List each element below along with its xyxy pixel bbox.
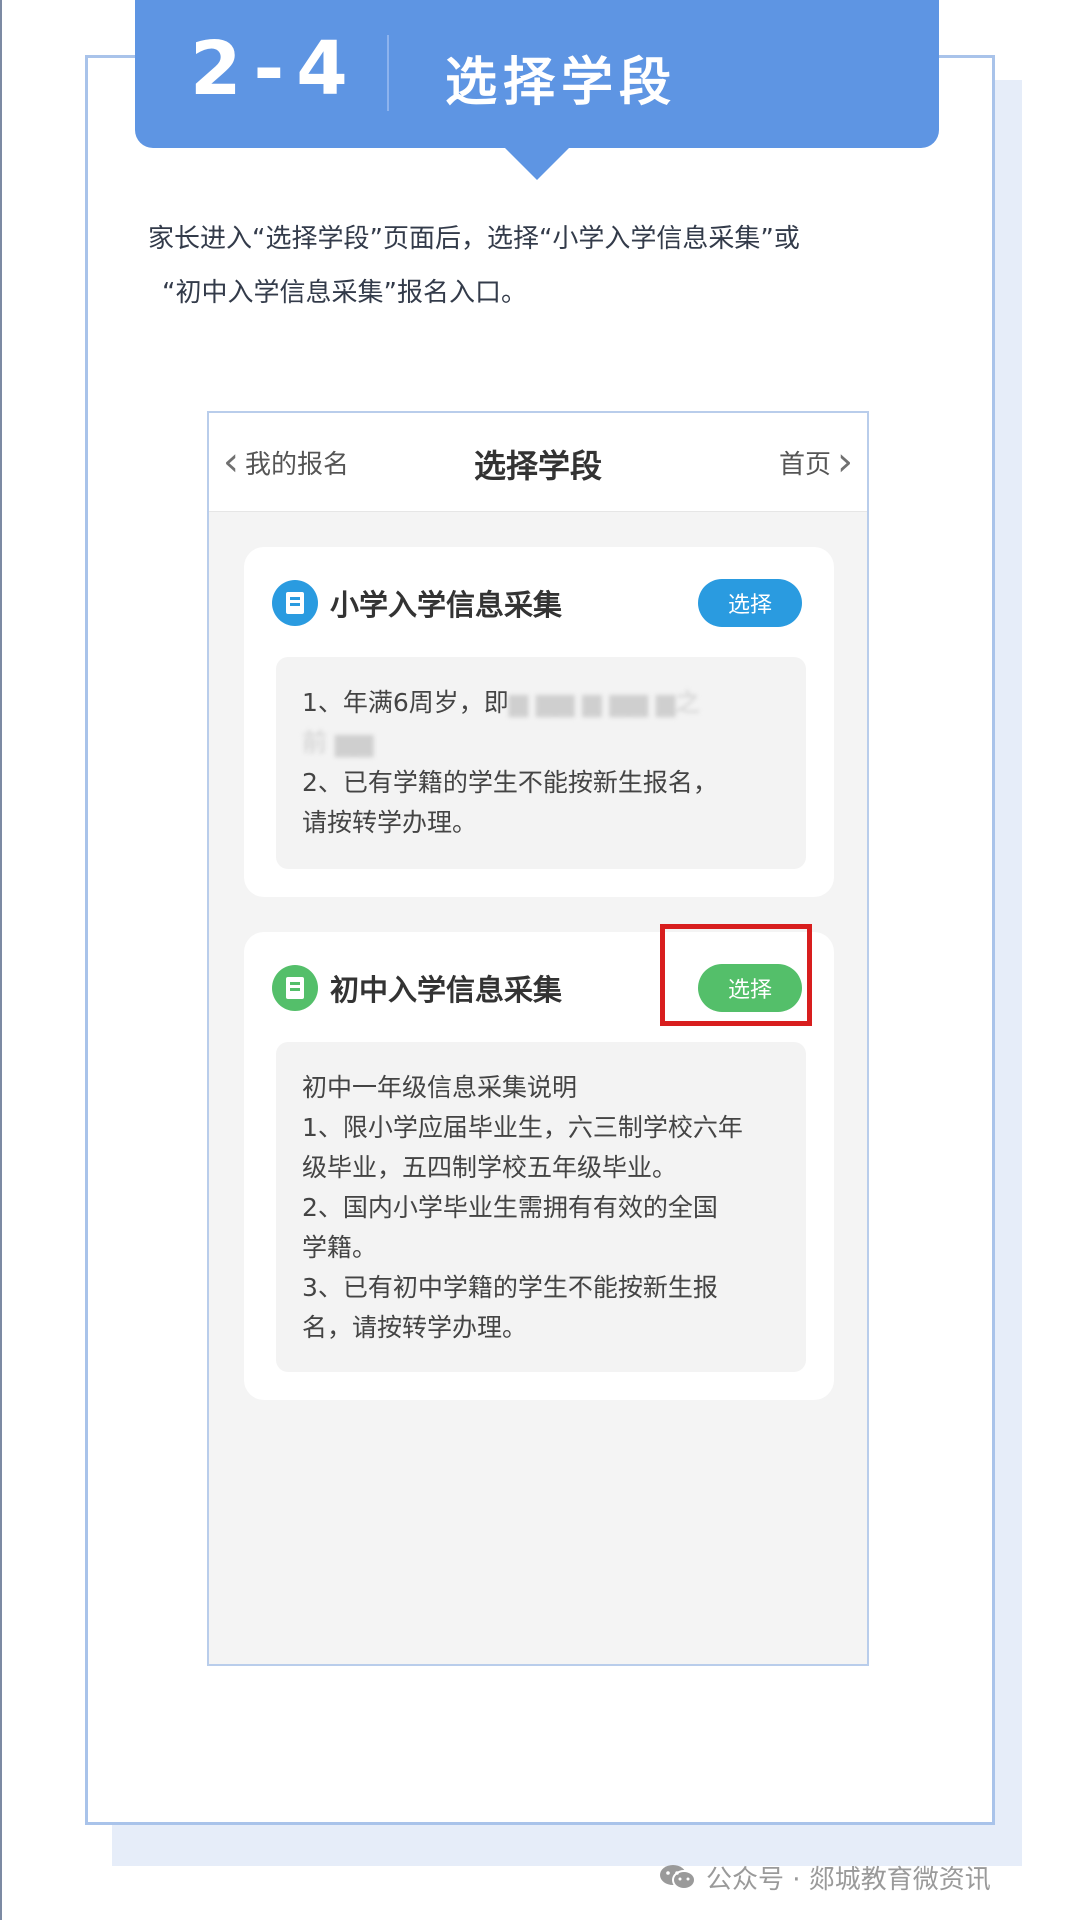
document-icon bbox=[272, 965, 318, 1011]
watermark-text: 公众号 · 郯城教育微资讯 bbox=[706, 1864, 991, 1895]
step-title: 选择学段 bbox=[445, 53, 678, 113]
step-number: 2-4 bbox=[190, 26, 360, 112]
card-description: 初中一年级信息采集说明 1、限小学应届毕业生，六三制学校六年 级毕业，五四制学校… bbox=[276, 1042, 806, 1372]
wechat-icon bbox=[660, 1865, 696, 1890]
card-primary-school: 小学入学信息采集 选择 1、年满6周岁，即▆ ▆▆ ▆ ▆▆ ▆之 前 ▆▆ 2… bbox=[244, 547, 834, 897]
description-line: 2、已有学籍的学生不能按新生报名， bbox=[302, 768, 718, 797]
home-button[interactable]: 首页 › bbox=[779, 437, 853, 487]
home-label: 首页 bbox=[778, 449, 831, 480]
description-line: 名，请按转学办理。 bbox=[302, 1313, 528, 1342]
description-line: 3、已有初中学籍的学生不能按新生报 bbox=[302, 1273, 718, 1302]
nav-title: 选择学段 bbox=[473, 447, 602, 485]
redacted-text: 前 ▆▆ bbox=[302, 728, 374, 757]
highlight-box bbox=[660, 924, 812, 1026]
card-title: 初中入学信息采集 bbox=[330, 973, 563, 1007]
header-pointer bbox=[497, 140, 577, 180]
description-line: 初中一年级信息采集说明 bbox=[302, 1073, 578, 1102]
header-divider bbox=[387, 35, 389, 111]
card-header: 小学入学信息采集 bbox=[272, 577, 562, 629]
description-line: 1、限小学应届毕业生，六三制学校六年 bbox=[302, 1113, 743, 1142]
chevron-right-icon: › bbox=[837, 439, 853, 485]
redacted-text: ▆ ▆▆ ▆ ▆▆ ▆之 bbox=[508, 688, 701, 717]
description-line: 1、年满6周岁，即▆ ▆▆ ▆ ▆▆ ▆之 bbox=[302, 688, 701, 717]
intro-text: 家长进入“选择学段”页面后，选择“小学入学信息采集”或 “初中入学信息采集”报名… bbox=[148, 212, 928, 320]
description-line: 学籍。 bbox=[302, 1233, 378, 1262]
phone-screenshot: ‹ 我的报名 选择学段 首页 › 小学入学信息采集 选择 1、年满6周岁，即▆ … bbox=[207, 411, 869, 1666]
card-description: 1、年满6周岁，即▆ ▆▆ ▆ ▆▆ ▆之 前 ▆▆ 2、已有学籍的学生不能按新… bbox=[276, 657, 806, 869]
watermark: 公众号 · 郯城教育微资讯 bbox=[658, 1859, 991, 1895]
left-edge-line bbox=[0, 0, 2, 1920]
description-line: 请按转学办理。 bbox=[302, 808, 478, 837]
card-title: 小学入学信息采集 bbox=[330, 588, 563, 622]
card-header: 初中入学信息采集 bbox=[272, 962, 562, 1014]
intro-line-2: “初中入学信息采集”报名入口。 bbox=[162, 278, 527, 308]
description-line: 级毕业，五四制学校五年级毕业。 bbox=[302, 1153, 678, 1182]
card-middle-school: 初中入学信息采集 选择 初中一年级信息采集说明 1、限小学应届毕业生，六三制学校… bbox=[244, 924, 834, 1400]
intro-line-1: 家长进入“选择学段”页面后，选择“小学入学信息采集”或 bbox=[148, 224, 800, 254]
description-line: 2、国内小学毕业生需拥有有效的全国 bbox=[302, 1193, 718, 1222]
top-navbar: ‹ 我的报名 选择学段 首页 › bbox=[209, 413, 867, 512]
document-icon bbox=[272, 580, 318, 626]
select-primary-button[interactable]: 选择 bbox=[698, 579, 802, 627]
